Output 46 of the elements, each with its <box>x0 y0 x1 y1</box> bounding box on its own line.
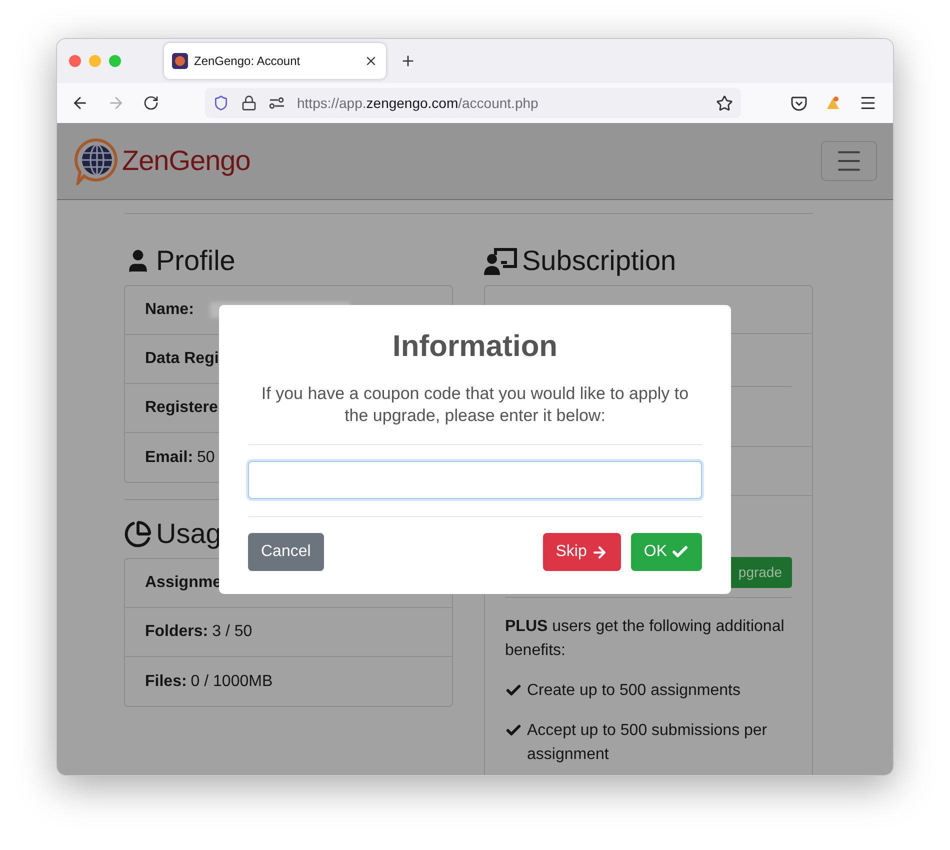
menu-toggle-button[interactable] <box>821 141 877 181</box>
field-label: Registere <box>145 398 218 418</box>
dialog-title: Information <box>392 329 558 365</box>
field-label: Assignme <box>145 573 222 593</box>
field-label: Data Regi <box>145 349 219 369</box>
arrow-right-icon <box>590 544 608 560</box>
brand-name: ZenGengo <box>122 144 250 178</box>
permissions-icon[interactable] <box>269 97 285 109</box>
url-text: https://app.zengengo.com/account.php <box>297 94 540 113</box>
brand-logo[interactable]: ZenGengo <box>73 137 250 185</box>
shield-icon[interactable] <box>213 95 229 111</box>
pie-chart-icon <box>124 520 152 548</box>
field-value: 3 / 50 <box>212 622 252 642</box>
field-value: 0 / 1000MB <box>190 672 273 692</box>
dialog-message: If you have a coupon code that you would like to apply to the upgrade, please enter it below: <box>260 383 690 427</box>
coupon-input-field[interactable] <box>248 461 702 499</box>
close-window-icon[interactable] <box>69 55 81 67</box>
benefit-text: Accept up to 500 submissions per assignment <box>527 721 768 765</box>
section-heading: Profile <box>156 244 236 278</box>
site-favicon <box>172 53 188 69</box>
field-label: Name: <box>145 300 194 320</box>
back-icon[interactable] <box>71 94 89 112</box>
benefit-text: Create up to 500 assignments <box>527 681 740 701</box>
close-icon[interactable] <box>364 54 378 68</box>
field-label: Files: <box>145 672 187 692</box>
section-heading: Subscription <box>522 244 676 278</box>
ok-button[interactable]: OK <box>630 533 702 571</box>
address-bar[interactable]: https://app.zengengo.com/account.php <box>205 88 741 118</box>
menu-icon[interactable] <box>859 94 877 112</box>
new-tab-icon[interactable] <box>400 53 416 69</box>
bookmark-star-icon[interactable] <box>716 94 733 112</box>
reload-icon[interactable] <box>143 95 159 111</box>
benefits-intro: PLUS users get the following additional benefits: <box>505 617 786 661</box>
pocket-icon[interactable] <box>791 96 807 110</box>
browser-tab[interactable]: ZenGengo: Account <box>164 43 386 79</box>
skip-button[interactable]: Skip <box>542 533 621 571</box>
extension-icon[interactable] <box>825 95 841 111</box>
lock-icon[interactable] <box>241 95 257 111</box>
cancel-button[interactable]: Cancel <box>248 533 324 571</box>
section-heading: Usag <box>156 517 222 551</box>
field-label: Folders: <box>145 622 208 642</box>
field-label: Email: <box>145 448 194 468</box>
globe-speech-bubble-icon <box>73 137 119 185</box>
tab-title: ZenGengo: Account <box>194 53 302 70</box>
field-value: 50 <box>197 448 215 468</box>
user-presentation-icon <box>484 247 518 275</box>
